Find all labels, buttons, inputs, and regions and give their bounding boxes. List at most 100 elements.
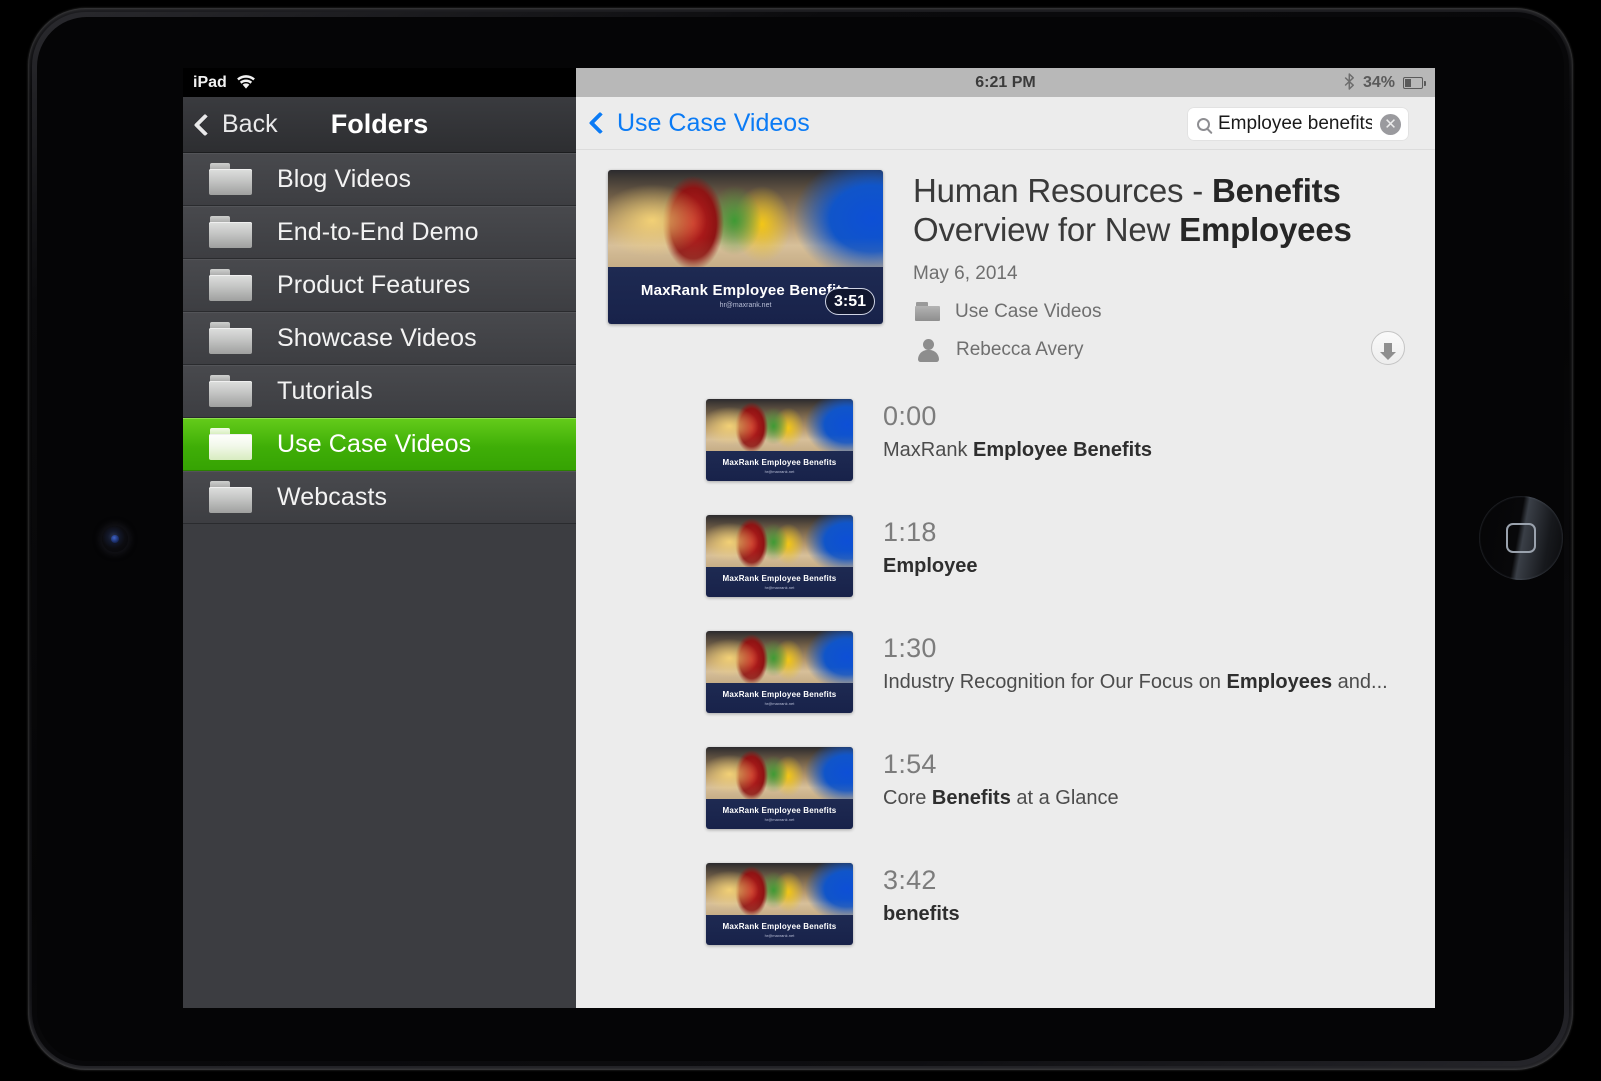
thumbnail-title: MaxRank Employee Benefits xyxy=(722,805,837,815)
result-caption: MaxRank Employee Benefits xyxy=(883,439,1152,462)
video-thumbnail[interactable]: MaxRank Employee Benefits hr@maxrank.net… xyxy=(608,170,883,324)
video-title: Human Resources - Benefits Overview for … xyxy=(913,172,1405,250)
thumbnail-title-band: MaxRank Employee Benefits hr@maxrank.net xyxy=(706,566,853,597)
folder-icon xyxy=(209,216,253,249)
folders-navbar: Back Folders xyxy=(183,97,576,153)
battery-icon xyxy=(1403,76,1426,89)
sidebar-item-product-features[interactable]: Product Features xyxy=(183,259,576,312)
video-date: May 6, 2014 xyxy=(913,262,1018,284)
folder-icon xyxy=(209,428,253,461)
thumbnail-title: MaxRank Employee Benefits xyxy=(722,921,837,931)
folder-label: Tutorials xyxy=(277,377,373,405)
result-thumbnail[interactable]: MaxRank Employee Benefits hr@maxrank.net xyxy=(706,862,853,945)
status-time: 6:21 PM xyxy=(975,73,1036,91)
folder-icon xyxy=(209,322,253,355)
video-metadata: Human Resources - Benefits Overview for … xyxy=(913,170,1405,362)
caption-part-1: MaxRank xyxy=(883,438,974,461)
caption-highlight: Employee Benefits xyxy=(973,438,1152,461)
list-item[interactable]: MaxRank Employee Benefits hr@maxrank.net… xyxy=(576,862,1435,945)
thumbnail-image xyxy=(706,398,853,451)
search-results-list: MaxRank Employee Benefits hr@maxrank.net… xyxy=(576,398,1435,945)
result-timestamp: 3:42 xyxy=(883,864,937,895)
download-button[interactable] xyxy=(1371,331,1405,365)
result-thumbnail[interactable]: MaxRank Employee Benefits hr@maxrank.net xyxy=(706,514,853,597)
thumbnail-subtitle: hr@maxrank.net xyxy=(764,468,795,474)
person-icon xyxy=(916,338,942,362)
download-arrow-icon xyxy=(1380,343,1396,360)
sidebar-item-webcasts[interactable]: Webcasts xyxy=(183,471,576,524)
video-title-part-2: Overview for New xyxy=(913,210,1180,248)
back-to-use-case-videos-button[interactable]: Use Case Videos xyxy=(576,109,810,138)
thumbnail-title-band: MaxRank Employee Benefits hr@maxrank.net xyxy=(706,682,853,713)
folder-icon xyxy=(209,269,253,302)
back-button-label: Use Case Videos xyxy=(617,108,810,137)
thumbnail-title-band: MaxRank Employee Benefits hr@maxrank.net xyxy=(706,798,853,829)
front-camera-icon xyxy=(102,526,128,552)
thumbnail-image xyxy=(608,170,883,268)
result-thumbnail[interactable]: MaxRank Employee Benefits hr@maxrank.net xyxy=(706,630,853,713)
detail-navbar: Use Case Videos Employee benefits ✕ xyxy=(576,97,1435,150)
search-input[interactable]: Employee benefits ✕ xyxy=(1187,107,1409,141)
caption-part-2: at a Glance xyxy=(1010,786,1119,809)
sidebar-item-blog-videos[interactable]: Blog Videos xyxy=(183,153,576,206)
video-author-label: Rebecca Avery xyxy=(956,338,1084,360)
video-header: MaxRank Employee Benefits hr@maxrank.net… xyxy=(576,150,1435,365)
caption-highlight: Employee xyxy=(883,554,978,577)
video-author-row: Rebecca Avery xyxy=(913,338,1405,362)
sidebar-item-tutorials[interactable]: Tutorials xyxy=(183,365,576,418)
list-item[interactable]: MaxRank Employee Benefits hr@maxrank.net… xyxy=(576,514,1435,597)
thumbnail-title: MaxRank Employee Benefits xyxy=(722,689,837,699)
video-folder-row: Use Case Videos xyxy=(913,301,1405,323)
thumbnail-title: MaxRank Employee Benefits xyxy=(722,573,837,583)
folders-master-pane: iPad Back Folders Blog Videos End-to-End… xyxy=(183,68,576,1008)
folder-icon xyxy=(209,481,253,514)
list-item[interactable]: MaxRank Employee Benefits hr@maxrank.net… xyxy=(576,630,1435,713)
video-folder-label: Use Case Videos xyxy=(955,300,1102,322)
video-title-part-1: Human Resources - xyxy=(913,172,1213,209)
thumbnail-title-band: MaxRank Employee Benefits hr@maxrank.net xyxy=(706,914,853,945)
clear-search-icon[interactable]: ✕ xyxy=(1380,113,1401,135)
list-item[interactable]: MaxRank Employee Benefits hr@maxrank.net… xyxy=(576,746,1435,829)
sidebar-item-use-case-videos[interactable]: Use Case Videos xyxy=(183,418,576,471)
folder-list: Blog Videos End-to-End Demo Product Feat… xyxy=(183,153,576,524)
ipad-status-bar: iPad xyxy=(183,68,576,97)
result-text: 0:00 MaxRank Employee Benefits xyxy=(883,399,1152,481)
result-timestamp: 1:30 xyxy=(883,632,937,663)
thumbnail-image xyxy=(706,746,853,799)
status-bar-right-group: 34% xyxy=(1344,68,1426,97)
thumbnail-title: MaxRank Employee Benefits xyxy=(722,457,837,467)
chevron-left-icon xyxy=(193,113,217,136)
caption-highlight: Employees xyxy=(1226,670,1333,693)
back-button[interactable]: Back xyxy=(183,110,278,139)
sidebar-item-showcase-videos[interactable]: Showcase Videos xyxy=(183,312,576,365)
thumbnail-image xyxy=(706,630,853,683)
folder-label: Use Case Videos xyxy=(277,430,472,458)
thumbnail-subtitle: hr@maxrank.net xyxy=(719,302,772,310)
search-icon xyxy=(1197,117,1210,131)
folder-icon xyxy=(209,163,253,196)
list-item[interactable]: MaxRank Employee Benefits hr@maxrank.net… xyxy=(576,398,1435,481)
home-button[interactable] xyxy=(1479,496,1563,580)
folder-label: End-to-End Demo xyxy=(277,218,479,246)
thumbnail-title-band: MaxRank Employee Benefits hr@maxrank.net xyxy=(706,450,853,481)
ios-status-bar: 6:21 PM 34% xyxy=(576,68,1435,97)
bluetooth-icon xyxy=(1344,72,1355,93)
detail-scroll-area[interactable]: MaxRank Employee Benefits hr@maxrank.net… xyxy=(576,150,1435,1008)
result-thumbnail[interactable]: MaxRank Employee Benefits hr@maxrank.net xyxy=(706,746,853,829)
folder-label: Webcasts xyxy=(277,483,388,511)
thumbnail-image xyxy=(706,862,853,915)
folder-icon xyxy=(209,375,253,408)
result-timestamp: 1:54 xyxy=(883,748,937,779)
search-input-value: Employee benefits xyxy=(1218,113,1372,134)
result-text: 1:30 Industry Recognition for Our Focus … xyxy=(883,631,1388,713)
thumbnail-subtitle: hr@maxrank.net xyxy=(764,932,795,938)
caption-part-1: Core xyxy=(883,786,932,809)
folder-label: Product Features xyxy=(277,271,471,299)
sidebar-item-end-to-end-demo[interactable]: End-to-End Demo xyxy=(183,206,576,259)
chevron-left-icon xyxy=(588,111,612,135)
caption-highlight: benefits xyxy=(883,902,960,925)
result-timestamp: 0:00 xyxy=(883,400,937,431)
result-caption: benefits xyxy=(883,903,960,926)
result-thumbnail[interactable]: MaxRank Employee Benefits hr@maxrank.net xyxy=(706,398,853,481)
video-title-highlight-1: Benefits xyxy=(1212,172,1341,209)
